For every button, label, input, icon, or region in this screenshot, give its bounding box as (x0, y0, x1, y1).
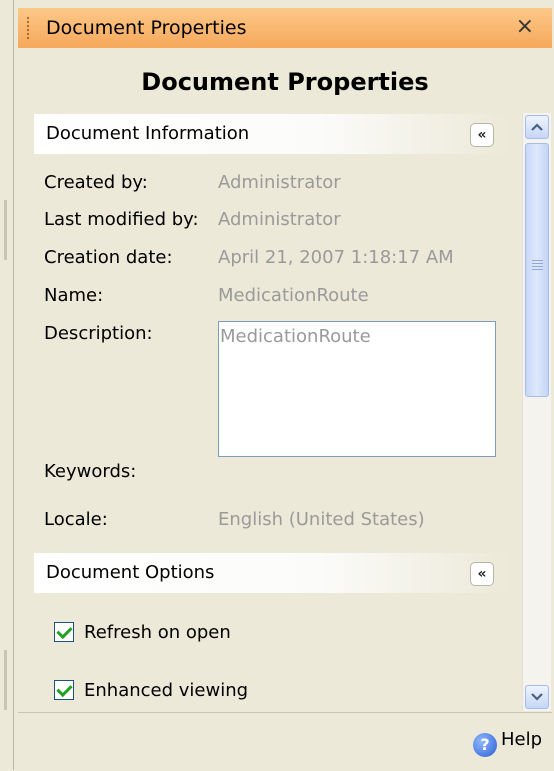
keywords-label: Keywords: (44, 461, 137, 482)
name-value: MedicationRoute (218, 285, 369, 306)
checkbox-checked-icon[interactable] (54, 680, 74, 700)
window-title: Document Properties (46, 17, 247, 39)
creation-date-value: April 21, 2007 1:18:17 AM (218, 247, 454, 268)
title-bar[interactable]: Document Properties × (18, 8, 552, 49)
checkbox-label: Refresh on open (84, 622, 231, 643)
created-by-value: Administrator (218, 172, 341, 193)
description-label: Description: (44, 323, 153, 344)
name-label: Name: (44, 285, 104, 306)
help-label: Help (500, 729, 542, 750)
document-options-header[interactable]: Document Options « (34, 553, 510, 593)
locale-label: Locale: (44, 509, 108, 530)
scrollbar-thumb[interactable] (525, 143, 549, 397)
refresh-on-open-checkbox[interactable]: Refresh on open (54, 622, 231, 643)
checkbox-checked-icon[interactable] (54, 622, 74, 642)
drag-grip-icon[interactable] (26, 16, 30, 40)
footer-bar: ? Help (18, 712, 552, 771)
locale-value: English (United States) (218, 509, 425, 530)
section-title: Document Information (46, 123, 250, 144)
double-chevron-up-icon[interactable]: « (470, 562, 494, 586)
creation-date-label: Creation date: (44, 247, 173, 268)
double-chevron-up-icon[interactable]: « (470, 123, 494, 147)
left-docking-edge (0, 0, 14, 770)
checkbox-label: Enhanced viewing (84, 680, 249, 701)
description-field[interactable]: MedicationRoute (218, 321, 496, 457)
last-modified-by-value: Administrator (218, 209, 341, 230)
properties-pane: Document Properties Document Information… (18, 48, 552, 712)
last-modified-by-label: Last modified by: (44, 209, 199, 230)
created-by-label: Created by: (44, 172, 148, 193)
help-question-icon[interactable]: ? (472, 733, 497, 757)
document-properties-window: Document Properties × Document Propertie… (0, 0, 554, 771)
help-link[interactable]: ? Help (472, 729, 542, 757)
document-information-header[interactable]: Document Information « (34, 114, 510, 154)
vertical-scrollbar[interactable] (522, 113, 551, 711)
enhanced-viewing-checkbox[interactable]: Enhanced viewing (54, 680, 248, 701)
page-title: Document Properties (141, 68, 429, 96)
section-title: Document Options (46, 562, 215, 583)
close-icon[interactable]: × (516, 14, 534, 39)
arrow-down-icon[interactable] (525, 685, 549, 709)
arrow-up-icon[interactable] (525, 115, 549, 139)
